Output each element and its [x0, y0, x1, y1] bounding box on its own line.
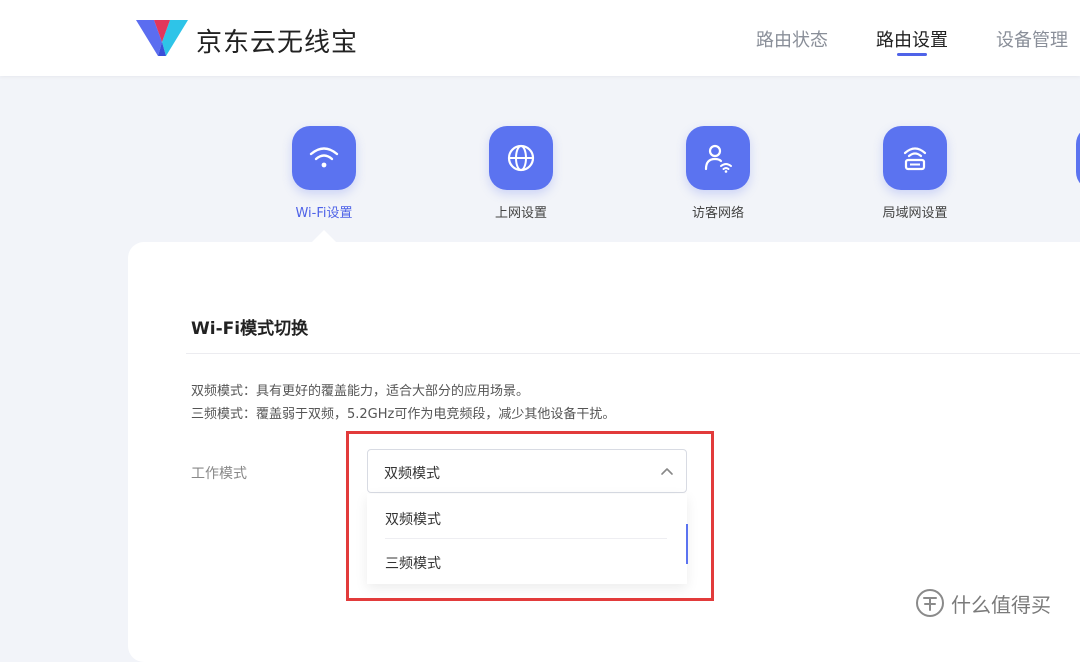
smzdm-logo-icon [916, 589, 944, 617]
guest-user-icon [704, 144, 732, 173]
section-divider [186, 353, 1080, 354]
jdcloud-logo-icon [136, 20, 188, 56]
annotation-highlight-box [346, 431, 714, 601]
work-mode-label: 工作模式 [191, 466, 247, 482]
func-label: Wi-Fi设置 [295, 206, 353, 221]
lan-router-icon [903, 147, 927, 171]
func-wifi-settings[interactable]: Wi-Fi设置 [254, 126, 394, 221]
func-next-partial[interactable] [1076, 126, 1080, 190]
brand-name: 京东云无线宝 [196, 28, 359, 58]
card-pointer [312, 230, 336, 242]
func-guest-network[interactable]: 访客网络 [648, 126, 788, 221]
watermark-text: 什么值得买 [951, 592, 1051, 617]
wifi-icon [309, 147, 339, 168]
top-header: 京东云无线宝 路由状态 路由设置 设备管理 [0, 0, 1080, 76]
nav-active-indicator [897, 53, 927, 56]
section-title: Wi-Fi模式切换 [191, 319, 309, 339]
desc-dual-band: 双频模式：具有更好的覆盖能力，适合大部分的应用场景。 [191, 384, 530, 399]
nav-router-status[interactable]: 路由状态 [756, 26, 828, 52]
func-label: 局域网设置 [882, 206, 948, 221]
globe-icon [507, 144, 535, 172]
func-lan-settings[interactable]: 局域网设置 [845, 126, 985, 221]
desc-tri-band: 三频模式：覆盖弱于双频，5.2GHz可作为电竞频段，减少其他设备干扰。 [191, 407, 616, 422]
func-label: 访客网络 [691, 206, 744, 221]
watermark: 什么值得买 [915, 588, 1051, 618]
nav-router-settings[interactable]: 路由设置 [876, 26, 948, 52]
func-internet-settings[interactable]: 上网设置 [451, 126, 591, 221]
func-label: 上网设置 [494, 206, 547, 221]
nav-device-management[interactable]: 设备管理 [996, 26, 1068, 52]
